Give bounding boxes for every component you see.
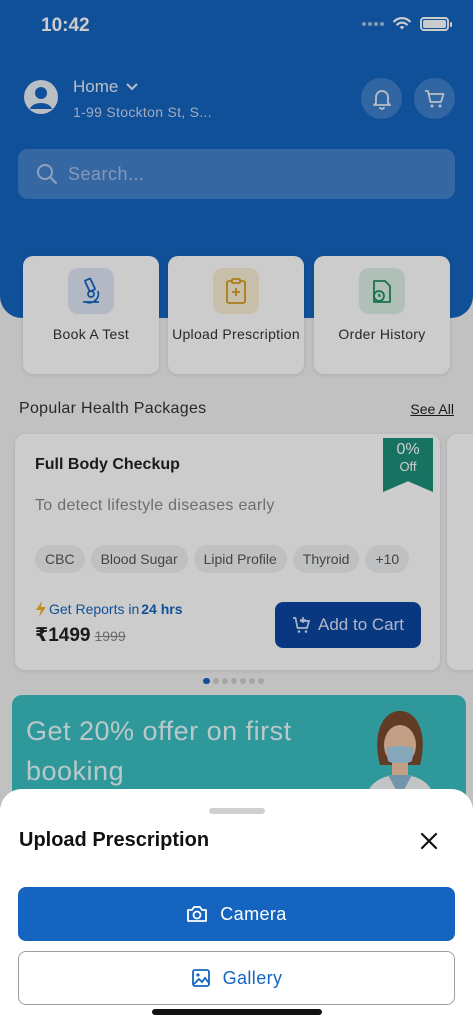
close-icon <box>420 832 438 850</box>
camera-icon <box>187 906 208 922</box>
camera-label: Camera <box>220 903 287 924</box>
sheet-grabber[interactable] <box>209 808 265 814</box>
image-icon <box>191 969 210 987</box>
upload-prescription-sheet: Upload Prescription Camera Gallery <box>0 789 473 1024</box>
gallery-label: Gallery <box>222 967 283 988</box>
close-button[interactable] <box>417 829 441 853</box>
sheet-title: Upload Prescription <box>19 829 210 851</box>
camera-button[interactable]: Camera <box>18 887 455 941</box>
home-indicator <box>152 1009 322 1015</box>
gallery-button[interactable]: Gallery <box>18 951 455 1005</box>
